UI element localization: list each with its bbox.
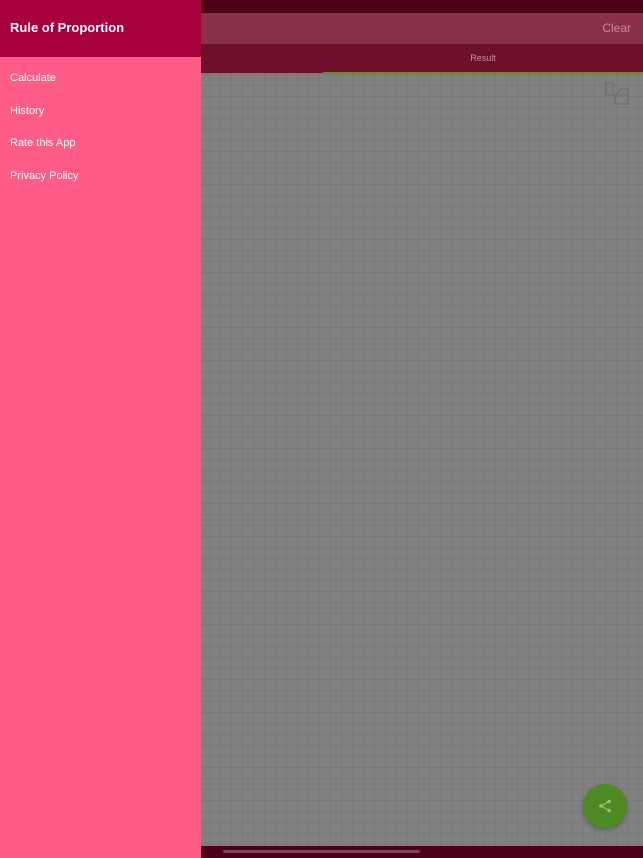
clear-button[interactable]: Clear bbox=[602, 21, 631, 35]
navigation-drawer: Rule of Proportion Calculate History Rat… bbox=[0, 0, 201, 858]
share-button[interactable] bbox=[583, 784, 627, 828]
share-icon bbox=[599, 799, 611, 813]
menu-item-rate-app[interactable]: Rate this App bbox=[0, 127, 201, 160]
tab-result[interactable]: Result bbox=[323, 44, 643, 73]
menu-item-history[interactable]: History bbox=[0, 95, 201, 128]
menu-item-calculate[interactable]: Calculate bbox=[0, 62, 201, 95]
drawer-menu: Calculate History Rate this App Privacy … bbox=[0, 62, 201, 192]
home-indicator[interactable] bbox=[223, 850, 420, 853]
drawer-header: Rule of Proportion bbox=[0, 0, 201, 57]
drawer-title: Rule of Proportion bbox=[10, 20, 125, 35]
copy-icon[interactable] bbox=[604, 82, 630, 106]
menu-item-privacy-policy[interactable]: Privacy Policy bbox=[0, 160, 201, 193]
